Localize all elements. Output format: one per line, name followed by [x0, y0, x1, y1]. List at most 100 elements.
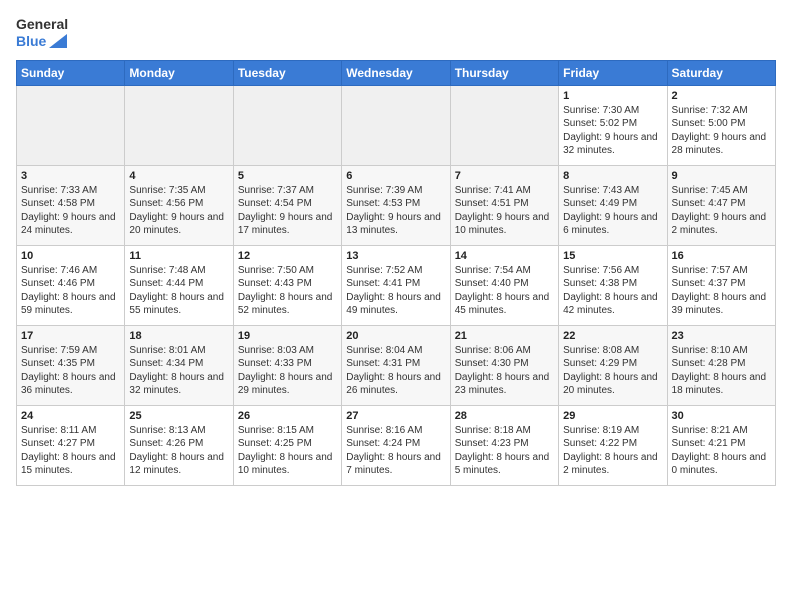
- day-info: Sunrise: 8:11 AMSunset: 4:27 PMDaylight:…: [21, 424, 120, 478]
- day-info: Sunrise: 7:32 AMSunset: 5:00 PMDaylight:…: [672, 104, 771, 158]
- calendar-cell: 21Sunrise: 8:06 AMSunset: 4:30 PMDayligh…: [450, 325, 558, 405]
- day-info: Sunrise: 8:03 AMSunset: 4:33 PMDaylight:…: [238, 344, 337, 398]
- day-info: Sunrise: 7:39 AMSunset: 4:53 PMDaylight:…: [346, 184, 445, 238]
- day-info: Sunrise: 8:04 AMSunset: 4:31 PMDaylight:…: [346, 344, 445, 398]
- calendar-cell: 9Sunrise: 7:45 AMSunset: 4:47 PMDaylight…: [667, 165, 775, 245]
- calendar-cell: [233, 85, 341, 165]
- calendar-cell: 27Sunrise: 8:16 AMSunset: 4:24 PMDayligh…: [342, 405, 450, 485]
- day-info: Sunrise: 8:19 AMSunset: 4:22 PMDaylight:…: [563, 424, 662, 478]
- header-cell-thursday: Thursday: [450, 60, 558, 85]
- day-info: Sunrise: 7:35 AMSunset: 4:56 PMDaylight:…: [129, 184, 228, 238]
- calendar-cell: 1 Sunrise: 7:30 AMSunset: 5:02 PMDaylight…: [559, 85, 667, 165]
- calendar-cell: 17Sunrise: 7:59 AMSunset: 4:35 PMDayligh…: [17, 325, 125, 405]
- calendar-cell: 16Sunrise: 7:57 AMSunset: 4:37 PMDayligh…: [667, 245, 775, 325]
- day-info: Sunrise: 7:50 AMSunset: 4:43 PMDaylight:…: [238, 264, 337, 318]
- day-number: 11: [129, 250, 228, 262]
- calendar-header: SundayMondayTuesdayWednesdayThursdayFrid…: [17, 60, 776, 85]
- day-info: Sunrise: 8:16 AMSunset: 4:24 PMDaylight:…: [346, 424, 445, 478]
- day-number: 20: [346, 330, 445, 342]
- day-info: Sunrise: 8:15 AMSunset: 4:25 PMDaylight:…: [238, 424, 337, 478]
- header-cell-wednesday: Wednesday: [342, 60, 450, 85]
- calendar-cell: 22 Sunrise: 8:08 AMSunset: 4:29 PMDayligh…: [559, 325, 667, 405]
- header-cell-sunday: Sunday: [17, 60, 125, 85]
- header: GeneralBlue: [16, 16, 776, 50]
- header-cell-friday: Friday: [559, 60, 667, 85]
- day-info: Sunrise: 8:01 AMSunset: 4:34 PMDaylight:…: [129, 344, 228, 398]
- calendar-cell: 24 Sunrise: 8:11 AMSunset: 4:27 PMDayligh…: [17, 405, 125, 485]
- calendar-cell: 10 Sunrise: 7:46 AMSunset: 4:46 PMDayligh…: [17, 245, 125, 325]
- header-cell-saturday: Saturday: [667, 60, 775, 85]
- day-info: Sunrise: 8:21 AMSunset: 4:21 PMDaylight:…: [672, 424, 771, 478]
- day-info: Sunrise: 7:37 AMSunset: 4:54 PMDaylight:…: [238, 184, 337, 238]
- day-number: 25: [129, 410, 228, 422]
- calendar-cell: 8 Sunrise: 7:43 AMSunset: 4:49 PMDaylight…: [559, 165, 667, 245]
- day-number: 29: [563, 410, 662, 422]
- day-info: Sunrise: 8:18 AMSunset: 4:23 PMDaylight:…: [455, 424, 554, 478]
- calendar-cell: [125, 85, 233, 165]
- logo-blue-text: Blue: [16, 33, 68, 50]
- calendar-cell: 14Sunrise: 7:54 AMSunset: 4:40 PMDayligh…: [450, 245, 558, 325]
- calendar-week-2: 3Sunrise: 7:33 AMSunset: 4:58 PMDaylight…: [17, 165, 776, 245]
- calendar-cell: 5 Sunrise: 7:37 AMSunset: 4:54 PMDaylight…: [233, 165, 341, 245]
- calendar-cell: [342, 85, 450, 165]
- logo: GeneralBlue: [16, 16, 68, 50]
- calendar-cell: 3Sunrise: 7:33 AMSunset: 4:58 PMDaylight…: [17, 165, 125, 245]
- calendar-cell: 12Sunrise: 7:50 AMSunset: 4:43 PMDayligh…: [233, 245, 341, 325]
- day-info: Sunrise: 8:13 AMSunset: 4:26 PMDaylight:…: [129, 424, 228, 478]
- day-number: 18: [129, 330, 228, 342]
- day-info: Sunrise: 8:10 AMSunset: 4:28 PMDaylight:…: [672, 344, 771, 398]
- day-number: 4: [129, 170, 228, 182]
- calendar-week-5: 24 Sunrise: 8:11 AMSunset: 4:27 PMDayligh…: [17, 405, 776, 485]
- calendar-cell: 28 Sunrise: 8:18 AMSunset: 4:23 PMDayligh…: [450, 405, 558, 485]
- day-number: 13: [346, 250, 445, 262]
- day-number: 28: [455, 410, 554, 422]
- day-info: Sunrise: 7:46 AMSunset: 4:46 PMDaylight:…: [21, 264, 120, 318]
- day-number: 8: [563, 170, 662, 182]
- day-info: Sunrise: 7:30 AMSunset: 5:02 PMDaylight:…: [563, 104, 662, 158]
- logo-general-text: General: [16, 16, 68, 33]
- calendar-cell: [17, 85, 125, 165]
- day-number: 30: [672, 410, 771, 422]
- day-info: Sunrise: 7:59 AMSunset: 4:35 PMDaylight:…: [21, 344, 120, 398]
- header-row: SundayMondayTuesdayWednesdayThursdayFrid…: [17, 60, 776, 85]
- day-info: Sunrise: 7:52 AMSunset: 4:41 PMDaylight:…: [346, 264, 445, 318]
- day-info: Sunrise: 7:48 AMSunset: 4:44 PMDaylight:…: [129, 264, 228, 318]
- calendar-table: SundayMondayTuesdayWednesdayThursdayFrid…: [16, 60, 776, 486]
- day-number: 6: [346, 170, 445, 182]
- calendar-cell: 29 Sunrise: 8:19 AMSunset: 4:22 PMDayligh…: [559, 405, 667, 485]
- calendar-cell: 20 Sunrise: 8:04 AMSunset: 4:31 PMDayligh…: [342, 325, 450, 405]
- calendar-cell: 2 Sunrise: 7:32 AMSunset: 5:00 PMDaylight…: [667, 85, 775, 165]
- calendar-cell: 13 Sunrise: 7:52 AMSunset: 4:41 PMDayligh…: [342, 245, 450, 325]
- calendar-cell: 30 Sunrise: 8:21 AMSunset: 4:21 PMDayligh…: [667, 405, 775, 485]
- calendar-week-1: 1 Sunrise: 7:30 AMSunset: 5:02 PMDaylight…: [17, 85, 776, 165]
- page-container: GeneralBlue SundayMondayTuesdayWednesday…: [0, 0, 792, 612]
- day-number: 21: [455, 330, 554, 342]
- day-info: Sunrise: 7:57 AMSunset: 4:37 PMDaylight:…: [672, 264, 771, 318]
- day-info: Sunrise: 7:33 AMSunset: 4:58 PMDaylight:…: [21, 184, 120, 238]
- day-number: 24: [21, 410, 120, 422]
- calendar-cell: 11 Sunrise: 7:48 AMSunset: 4:44 PMDayligh…: [125, 245, 233, 325]
- day-number: 2: [672, 90, 771, 102]
- calendar-cell: 15Sunrise: 7:56 AMSunset: 4:38 PMDayligh…: [559, 245, 667, 325]
- calendar-cell: [450, 85, 558, 165]
- day-number: 9: [672, 170, 771, 182]
- day-number: 7: [455, 170, 554, 182]
- header-cell-monday: Monday: [125, 60, 233, 85]
- day-number: 10: [21, 250, 120, 262]
- day-number: 15: [563, 250, 662, 262]
- day-info: Sunrise: 8:08 AMSunset: 4:29 PMDaylight:…: [563, 344, 662, 398]
- day-number: 5: [238, 170, 337, 182]
- day-number: 23: [672, 330, 771, 342]
- day-number: 19: [238, 330, 337, 342]
- calendar-cell: 25 Sunrise: 8:13 AMSunset: 4:26 PMDayligh…: [125, 405, 233, 485]
- day-info: Sunrise: 7:43 AMSunset: 4:49 PMDaylight:…: [563, 184, 662, 238]
- calendar-week-3: 10 Sunrise: 7:46 AMSunset: 4:46 PMDayligh…: [17, 245, 776, 325]
- calendar-cell: 23 Sunrise: 8:10 AMSunset: 4:28 PMDayligh…: [667, 325, 775, 405]
- day-info: Sunrise: 7:41 AMSunset: 4:51 PMDaylight:…: [455, 184, 554, 238]
- day-number: 1: [563, 90, 662, 102]
- calendar-cell: 18 Sunrise: 8:01 AMSunset: 4:34 PMDayligh…: [125, 325, 233, 405]
- calendar-cell: 26 Sunrise: 8:15 AMSunset: 4:25 PMDayligh…: [233, 405, 341, 485]
- calendar-cell: 6 Sunrise: 7:39 AMSunset: 4:53 PMDaylight…: [342, 165, 450, 245]
- day-number: 22: [563, 330, 662, 342]
- day-number: 26: [238, 410, 337, 422]
